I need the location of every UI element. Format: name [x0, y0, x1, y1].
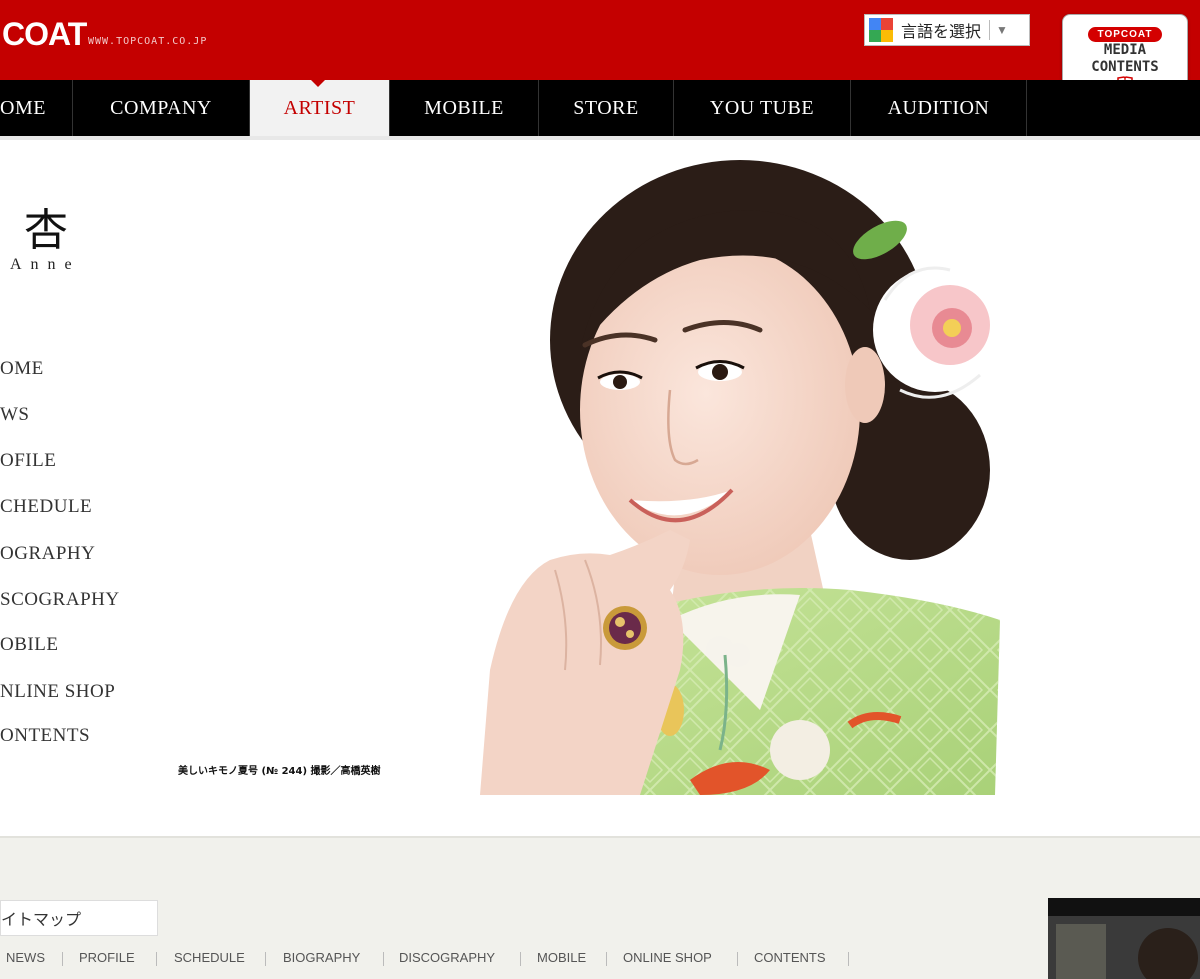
nav-company[interactable]: COMPANY	[73, 80, 250, 136]
nav-youtube[interactable]: YOU TUBE	[674, 80, 851, 136]
side-menu-schedule[interactable]: CHEDULE	[0, 496, 92, 518]
sitemap-heading: イトマップ	[0, 900, 158, 936]
footer-thumbnail-image	[1048, 898, 1200, 979]
nav-mobile[interactable]: MOBILE	[390, 80, 539, 136]
nav-audition[interactable]: AUDITION	[851, 80, 1027, 136]
footer-video-thumbnail[interactable]	[1048, 898, 1200, 979]
artist-photo	[480, 160, 1000, 795]
site-footer: イトマップ NEWS PROFILE SCHEDULE BIOGRAPHY DI…	[0, 838, 1200, 979]
footer-link-separator	[383, 952, 384, 966]
footer-link-separator	[737, 952, 738, 966]
media-contents-pill: TOPCOAT	[1087, 27, 1163, 42]
nav-home[interactable]: OME	[0, 80, 73, 136]
side-menu-contents[interactable]: ONTENTS	[0, 725, 90, 747]
language-select-divider	[989, 20, 991, 40]
footer-link-separator	[62, 952, 63, 966]
footer-link-schedule[interactable]: SCHEDULE	[174, 950, 245, 965]
side-menu-news[interactable]: WS	[0, 404, 30, 426]
google-translate-icon	[869, 18, 893, 42]
nav-artist[interactable]: ARTIST	[250, 80, 390, 136]
chevron-down-icon: ▼	[996, 23, 1008, 37]
side-menu-mobile[interactable]: OBILE	[0, 634, 58, 656]
site-url: WWW.TOPCOAT.CO.JP	[88, 36, 208, 47]
footer-link-news[interactable]: NEWS	[6, 950, 45, 965]
language-select[interactable]: 言語を選択 ▼	[864, 14, 1030, 46]
nav-active-indicator	[311, 80, 325, 87]
sitemap-label: イトマップ	[1, 910, 82, 929]
main-nav: OME COMPANY ARTIST MOBILE STORE YOU TUBE…	[0, 80, 1200, 136]
photo-caption: 美しいキモノ夏号 (№ 244) 撮影／高橋英樹	[178, 766, 381, 777]
footer-link-profile[interactable]: PROFILE	[79, 950, 135, 965]
footer-link-discography[interactable]: DISCOGRAPHY	[399, 950, 495, 965]
footer-link-mobile[interactable]: MOBILE	[537, 950, 586, 965]
footer-link-separator	[520, 952, 521, 966]
nav-store[interactable]: STORE	[539, 80, 674, 136]
site-header: COAT WWW.TOPCOAT.CO.JP 言語を選択 ▼ TOPCOAT M…	[0, 0, 1200, 119]
language-select-label: 言語を選択	[901, 22, 982, 41]
media-contents-line2: CONTENTS	[1091, 59, 1159, 75]
footer-link-contents[interactable]: CONTENTS	[754, 950, 826, 965]
footer-link-biography[interactable]: BIOGRAPHY	[283, 950, 360, 965]
artist-name-roman: Anne	[10, 256, 81, 273]
side-menu-profile[interactable]: OFILE	[0, 450, 56, 472]
side-menu-biography[interactable]: OGRAPHY	[0, 543, 95, 565]
side-menu-online-shop[interactable]: NLINE SHOP	[0, 681, 115, 703]
media-contents-line1: MEDIA	[1103, 42, 1147, 58]
side-menu-home[interactable]: OME	[0, 358, 44, 380]
footer-link-separator	[606, 952, 607, 966]
footer-link-separator	[265, 952, 266, 966]
footer-link-separator	[156, 952, 157, 966]
side-menu-discography[interactable]: SCOGRAPHY	[0, 589, 120, 611]
artist-name-kanji: 杏	[24, 205, 68, 256]
nav-underline	[0, 136, 1200, 140]
footer-link-separator	[848, 952, 849, 966]
site-logo[interactable]: COAT	[2, 16, 87, 53]
footer-link-online-shop[interactable]: ONLINE SHOP	[623, 950, 712, 965]
